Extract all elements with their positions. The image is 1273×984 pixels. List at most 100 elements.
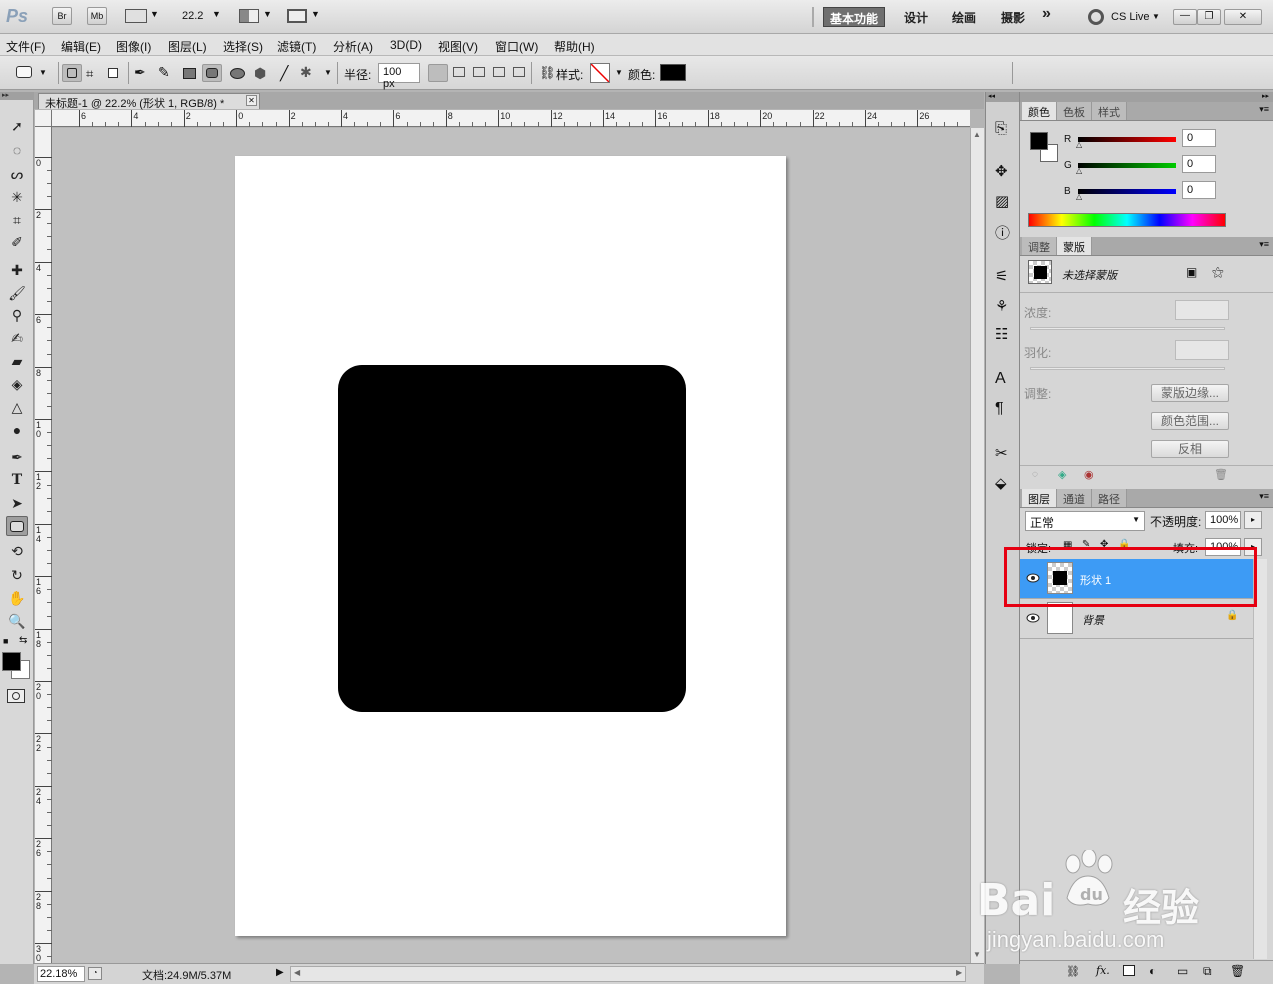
default-colors-icon[interactable]: ■ [3, 636, 8, 646]
more-workspaces-icon[interactable]: » [1036, 3, 1057, 23]
menu-analysis[interactable]: 分析(A) [333, 38, 373, 55]
panel-collapse-icon[interactable]: ▸▸ [1020, 92, 1273, 102]
add-mask-icon[interactable] [1123, 965, 1135, 976]
style-picker[interactable] [590, 63, 610, 83]
panel-menu-icon[interactable]: ▾≡ [1259, 239, 1269, 250]
red-slider[interactable] [1078, 137, 1176, 142]
tab-masks[interactable]: 蒙版 [1057, 237, 1092, 255]
pen-tool-icon[interactable]: ✒ [134, 64, 146, 81]
restore-button[interactable]: ❐ [1197, 9, 1221, 25]
new-layer-icon[interactable]: ⧉ [1203, 964, 1212, 979]
paint-bucket-icon[interactable]: ◈ [6, 374, 28, 394]
scroll-up-icon[interactable]: ▲ [973, 130, 981, 139]
tab-adjustments[interactable]: 调整 [1022, 237, 1057, 255]
shape-layers-mode-button[interactable] [62, 64, 82, 82]
magic-wand-icon[interactable]: ✳ [6, 187, 28, 207]
rectangle-tool-icon[interactable] [183, 68, 196, 79]
type-tool-icon[interactable]: T [6, 470, 28, 490]
apply-mask-icon[interactable]: ◈ [1058, 468, 1066, 481]
chevron-down-icon[interactable]: ▼ [324, 68, 332, 77]
3d-orbit-icon[interactable]: ↻ [6, 565, 28, 585]
zoom-level[interactable]: 22.2 [182, 10, 203, 22]
scroll-right-icon[interactable]: ▶ [956, 968, 962, 977]
disable-mask-icon[interactable]: ◉ [1084, 468, 1094, 481]
fg-color-swatch[interactable] [1030, 132, 1048, 150]
vertical-ruler[interactable]: 0 2 4 6 8 10 12 14 16 18 20 22 24 26 28 30 [35, 127, 52, 984]
menu-3d[interactable]: 3D(D) [390, 38, 422, 52]
panel-menu-icon[interactable]: ▾≡ [1259, 104, 1269, 115]
scroll-left-icon[interactable]: ◀ [294, 968, 300, 977]
pen-tool-icon[interactable]: ✒ [6, 447, 28, 467]
status-icon[interactable]: ◔ [88, 967, 102, 980]
opacity-input[interactable]: 100% [1205, 511, 1241, 529]
visibility-eye-icon[interactable] [1026, 613, 1040, 623]
character-panel-icon[interactable]: A [995, 370, 1006, 388]
move-tool-icon[interactable]: ➚ [6, 116, 28, 136]
color-range-button[interactable]: 颜色范围... [1151, 412, 1229, 430]
chevron-down-icon[interactable]: ▼ [39, 68, 47, 77]
rounded-rectangle-tool-icon[interactable] [6, 516, 28, 536]
paragraph-panel-icon[interactable]: ¶ [995, 400, 1004, 418]
add-shape-icon[interactable] [453, 67, 465, 77]
bridge-button[interactable]: Br [52, 7, 72, 25]
menu-view[interactable]: 视图(V) [438, 38, 478, 55]
red-value-input[interactable]: 0 [1182, 129, 1216, 147]
minimize-button[interactable]: — [1173, 9, 1197, 25]
menu-image[interactable]: 图像(I) [116, 38, 151, 55]
3d-rotate-icon[interactable]: ⟲ [6, 541, 28, 561]
menu-file[interactable]: 文件(F) [6, 38, 45, 55]
info-panel-icon[interactable]: ⓘ [995, 222, 1010, 243]
workspace-photography[interactable]: 摄影 [995, 7, 1031, 27]
tab-layers[interactable]: 图层 [1022, 489, 1057, 507]
tool-presets-icon[interactable]: ☷ [995, 325, 1008, 343]
menu-edit[interactable]: 编辑(E) [61, 38, 101, 55]
eyedropper-tool-icon[interactable]: ✐ [6, 232, 28, 252]
foreground-color-swatch[interactable] [2, 652, 21, 671]
menu-layer[interactable]: 图层(L) [168, 38, 207, 55]
panel-collapse-icon[interactable]: ▸▸ [0, 92, 34, 100]
swap-colors-icon[interactable]: ⇆ [19, 635, 27, 646]
workspace-painting[interactable]: 绘画 [946, 7, 982, 27]
workspace-essentials[interactable]: 基本功能 [823, 7, 886, 27]
dodge-tool-icon[interactable]: ● [6, 420, 28, 440]
menu-window[interactable]: 窗口(W) [495, 38, 538, 55]
navigator-panel-icon[interactable]: ✥ [995, 162, 1008, 180]
group-folder-icon[interactable]: ▭ [1177, 964, 1188, 978]
radius-input[interactable]: 100 px [378, 63, 420, 90]
workspace-design[interactable]: 设计 [898, 7, 934, 27]
3d-panel-icon[interactable]: ⬙ [995, 474, 1007, 492]
opacity-slider-arrow-icon[interactable]: ▸ [1244, 511, 1262, 529]
feather-slider[interactable] [1030, 367, 1225, 370]
tab-styles[interactable]: 样式 [1092, 102, 1127, 120]
ruler-origin[interactable] [35, 110, 52, 127]
brush-presets-icon[interactable]: ⚟ [995, 267, 1008, 285]
fx-icon[interactable]: fx. [1096, 964, 1110, 977]
panel-collapse-icon[interactable]: ◂◂ [986, 92, 1019, 102]
fill-pixels-mode-icon[interactable] [108, 68, 118, 78]
close-tab-icon[interactable]: ✕ [246, 95, 257, 106]
density-input[interactable] [1175, 300, 1229, 320]
panel-menu-icon[interactable]: ▾≡ [1259, 491, 1269, 502]
layers-scrollbar[interactable] [1253, 559, 1267, 959]
adjustment-layer-icon[interactable]: ◐ [1149, 964, 1156, 978]
feather-input[interactable] [1175, 340, 1229, 360]
ellipse-tool-icon[interactable] [230, 68, 245, 79]
subtract-shape-icon[interactable] [473, 67, 485, 77]
blend-mode-select[interactable]: 正常 ▼ [1025, 511, 1145, 531]
chevron-down-icon[interactable]: ▼ [1152, 12, 1160, 21]
chevron-down-icon[interactable]: ▼ [263, 9, 272, 19]
status-menu-arrow-icon[interactable]: ▶ [276, 967, 284, 978]
chevron-down-icon[interactable]: ▼ [615, 68, 623, 77]
tab-channels[interactable]: 通道 [1057, 489, 1092, 507]
custom-shape-icon[interactable]: ✱ [300, 64, 312, 81]
hand-tool-icon[interactable]: ✋ [6, 588, 28, 608]
cs-live-icon[interactable] [1088, 9, 1104, 25]
slider-handle-icon[interactable]: △ [1076, 192, 1082, 201]
arrange-documents-icon[interactable] [239, 9, 259, 23]
tools-options-icon[interactable]: ✂ [995, 444, 1008, 462]
cs-live-button[interactable]: CS Live [1111, 11, 1150, 23]
clone-stamp-icon[interactable]: ⚲ [6, 305, 28, 325]
close-button[interactable]: ✕ [1224, 9, 1262, 25]
menu-help[interactable]: 帮助(H) [554, 38, 595, 55]
pixel-mask-icon[interactable]: ▣ [1186, 265, 1197, 279]
